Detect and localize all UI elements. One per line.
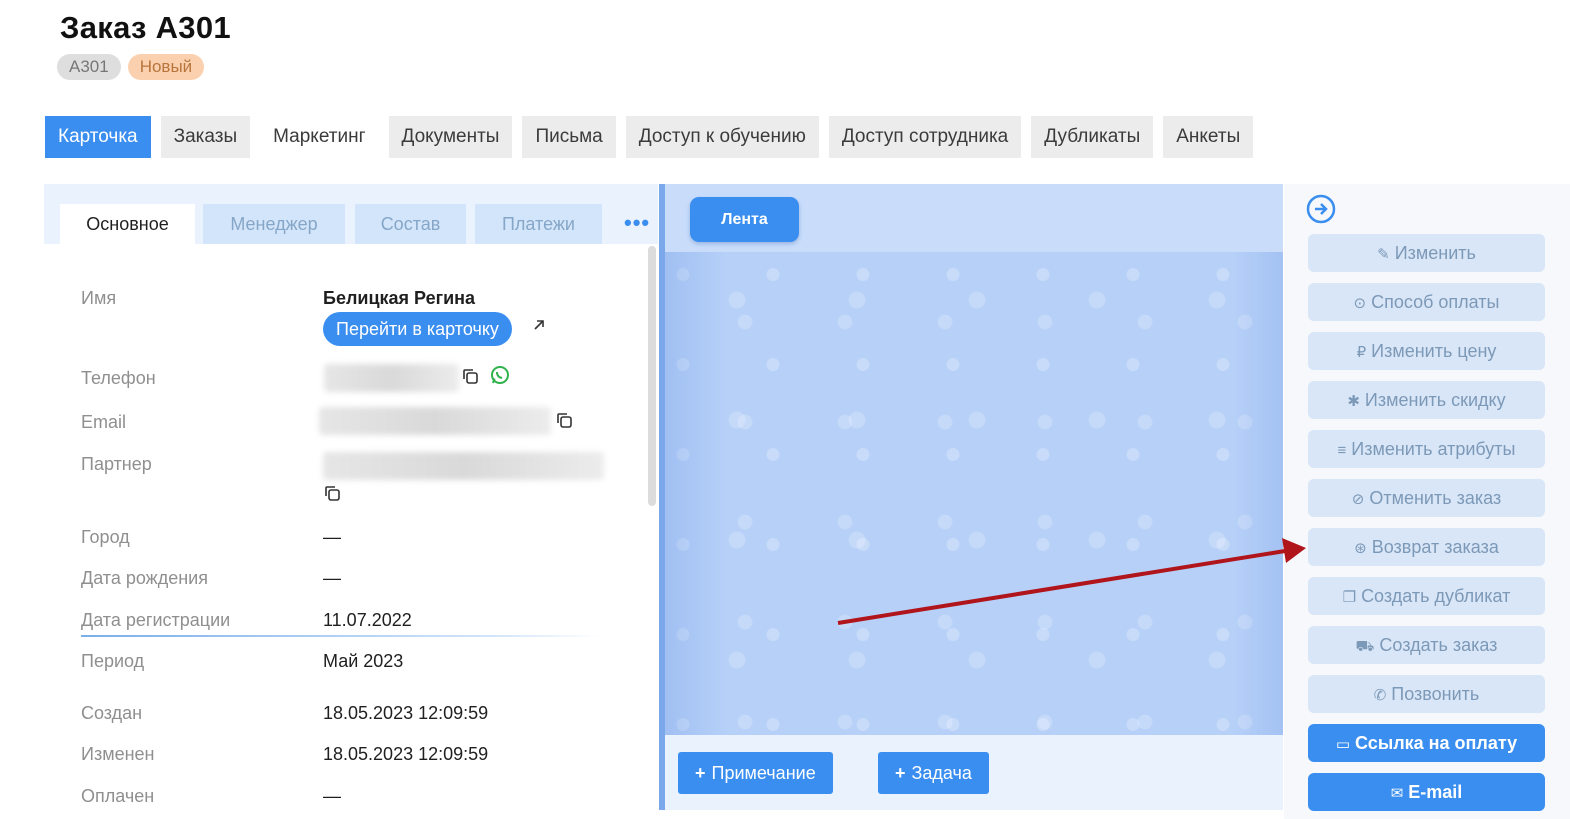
order-page: Заказ А301 А301 Новый Карточка Заказы Ма…: [0, 0, 1570, 819]
annotation-arrow: [837, 538, 1306, 625]
